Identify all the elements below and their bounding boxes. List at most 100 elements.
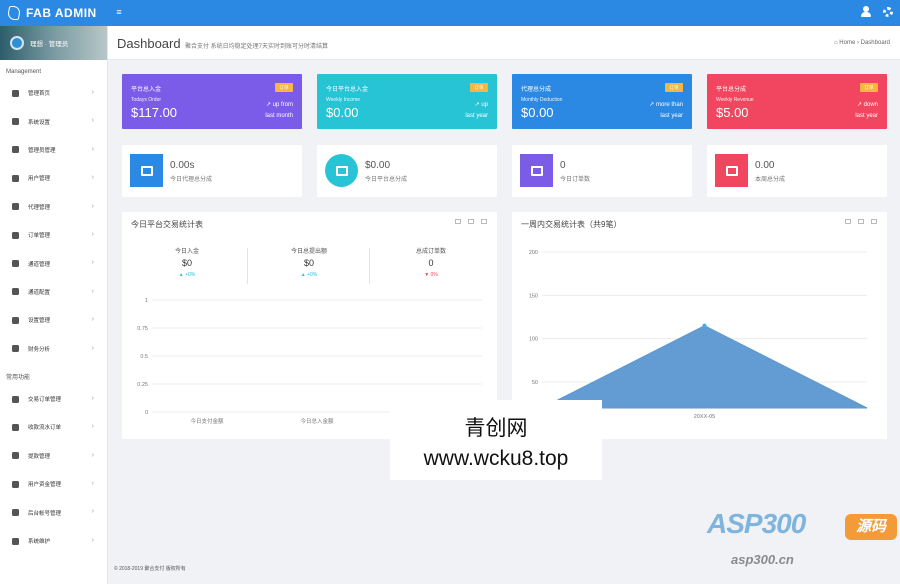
icon-glyph — [530, 165, 543, 176]
kpi-trend-text: up — [481, 102, 488, 108]
icon-glyph — [725, 165, 738, 176]
expand-icon[interactable] — [845, 219, 851, 224]
stamp-badge: 源码 — [845, 514, 897, 540]
y-tick-label: 0 — [145, 410, 148, 416]
cloud-icon — [12, 537, 19, 545]
watermark-box: 青创网 www.wcku8.top — [390, 400, 602, 480]
close-icon[interactable] — [481, 219, 487, 224]
list-icon — [12, 231, 19, 239]
chevron-right-icon: › — [91, 394, 94, 402]
y-tick-label: 50 — [532, 380, 538, 386]
panel-controls — [845, 219, 877, 224]
sidebar-item-label: 系统设置 — [28, 119, 51, 126]
kpi-title: 平台总入金 — [131, 87, 162, 93]
trend-icon: ↗ — [856, 102, 864, 108]
summary-change: ▼ 0% — [371, 272, 491, 278]
sidebar-user[interactable]: 理想 · 管理员 — [0, 26, 107, 60]
kpi-card[interactable]: 今日平台总入金 Weekly Income $0.00 订单 ↗ up last year — [317, 74, 497, 129]
sidebar-item-label: 收款流水订单 — [28, 425, 62, 432]
top-bar: FAB ADMIN ≡ — [0, 0, 900, 26]
y-tick-label: 0.75 — [137, 326, 148, 332]
breadcrumb-home[interactable]: Home — [839, 40, 855, 46]
icon-glyph — [335, 165, 348, 176]
card-icon — [12, 423, 19, 431]
menu-toggle-icon[interactable]: ≡ — [114, 7, 124, 17]
kpi-card[interactable]: 平台总入金 Todays Order $117.00 订单 ↗ up from last … — [122, 74, 302, 129]
expand-icon[interactable] — [455, 219, 461, 224]
breadcrumb-separator: › — [856, 40, 859, 46]
kpi-subtitle: Weekly Income — [326, 97, 361, 103]
stat-card[interactable]: $0.00 今日平台总分成 — [317, 145, 497, 197]
close-icon[interactable] — [871, 219, 877, 224]
sidebar-item[interactable]: 管理员管理 › — [0, 136, 107, 164]
x-tick-label: 今日总入金额 — [300, 417, 334, 425]
sidebar-item[interactable]: 通道管理 › — [0, 249, 107, 277]
sidebar-item[interactable]: 财务分析 › — [0, 335, 107, 363]
kpi-card[interactable]: 代理总分成 Monthly Deduction $0.00 订单 ↗ more than… — [512, 74, 692, 129]
stat-label: 本周总分成 — [755, 177, 786, 183]
sidebar-item[interactable]: 收款流水订单 › — [0, 413, 107, 441]
sidebar-item-label: 后台帐号管理 — [28, 510, 62, 517]
area-series — [541, 325, 868, 409]
sidebar-item[interactable]: 代理管理 › — [0, 193, 107, 221]
user-icon — [12, 509, 19, 517]
chevron-right-icon: › — [91, 89, 94, 96]
summary-change: ▲ +0% — [249, 272, 369, 278]
lock-icon — [12, 260, 19, 268]
stat-value: 0.00s — [170, 160, 195, 171]
home-icon: ⌂ — [833, 40, 838, 46]
sidebar-item[interactable]: 系统设置 › — [0, 107, 107, 135]
chevron-right-icon: › — [91, 423, 94, 431]
kpi-subtitle: Weekly Revenue — [716, 97, 754, 103]
kpi-trend-period: last year — [465, 113, 488, 119]
trend-icon: ↗ — [265, 102, 273, 108]
kpi-trend-text: up from — [272, 102, 293, 108]
sidebar-item[interactable]: 交易订单管理 › — [0, 385, 107, 413]
brand[interactable]: FAB ADMIN — [0, 0, 108, 26]
sidebar-item[interactable]: 设置管理 › — [0, 306, 107, 334]
minimize-icon[interactable] — [858, 219, 864, 224]
summary-column: 今日总提出额 $0 ▲ +0% — [249, 246, 369, 278]
breadcrumb-current: Dashboard — [860, 40, 890, 46]
stat-card[interactable]: 0 今日订单数 — [512, 145, 692, 197]
sidebar-item[interactable]: 提款管理 › — [0, 442, 107, 470]
stat-card[interactable]: 0.00s 今日代理总分成 — [122, 145, 302, 197]
sidebar-item[interactable]: 后台帐号管理 › — [0, 498, 107, 526]
kpi-badge: 订单 — [665, 83, 683, 92]
sidebar-section-label: Management — [6, 69, 42, 75]
kpi-trend: ↗ up last year — [428, 100, 488, 122]
sidebar-item-label: 管理首页 — [28, 91, 51, 98]
sidebar-item[interactable]: 通道配置 › — [0, 278, 107, 306]
kpi-trend-text: more than — [655, 102, 683, 108]
kpi-trend-period: last year — [660, 113, 683, 119]
sidebar-item[interactable]: 系统维护 › — [0, 527, 107, 555]
footer-text: © 2018-2019 聚合支付 版权所有 — [114, 566, 186, 572]
user-icon[interactable] — [860, 6, 872, 18]
line-chart-icon — [12, 345, 19, 353]
chevron-right-icon: › — [91, 316, 94, 324]
kpi-card[interactable]: 平台总分成 Weekly Revenue $5.00 订单 ↗ down last yea… — [707, 74, 887, 129]
sidebar-item[interactable]: 用户管理 › — [0, 164, 107, 192]
sidebar-item-label: 通道配置 — [28, 289, 51, 296]
stat-value: $0.00 — [365, 160, 391, 171]
page-header: Dashboard 聚合支付 系统日均稳定处理7天实时到账可分时清结算 ⌂ Ho… — [108, 26, 900, 60]
sidebar-item[interactable]: 订单管理 › — [0, 221, 107, 249]
chevron-right-icon: › — [91, 287, 94, 295]
data-point[interactable] — [702, 323, 707, 328]
kpi-trend-line1: ↗ more than — [623, 100, 683, 111]
sidebar-item-label: 交易订单管理 — [28, 397, 62, 404]
kpi-title: 今日平台总入金 — [326, 87, 369, 93]
kpi-trend: ↗ up from last month — [233, 100, 293, 122]
stat-value: 0.00 — [755, 160, 775, 171]
users-icon — [715, 154, 748, 187]
chevron-right-icon: › — [91, 508, 94, 516]
kpi-trend: ↗ more than last year — [623, 100, 683, 122]
shopping-bag-icon — [520, 154, 553, 187]
kpi-trend-text: down — [863, 102, 878, 108]
gear-icon[interactable] — [883, 7, 893, 17]
sidebar-item[interactable]: 管理首页 › — [0, 79, 107, 107]
sidebar-item[interactable]: 用户资金管理 › — [0, 470, 107, 498]
stat-card[interactable]: 0.00 本周总分成 — [707, 145, 887, 197]
kpi-value: $117.00 — [131, 105, 178, 120]
minimize-icon[interactable] — [468, 219, 474, 224]
